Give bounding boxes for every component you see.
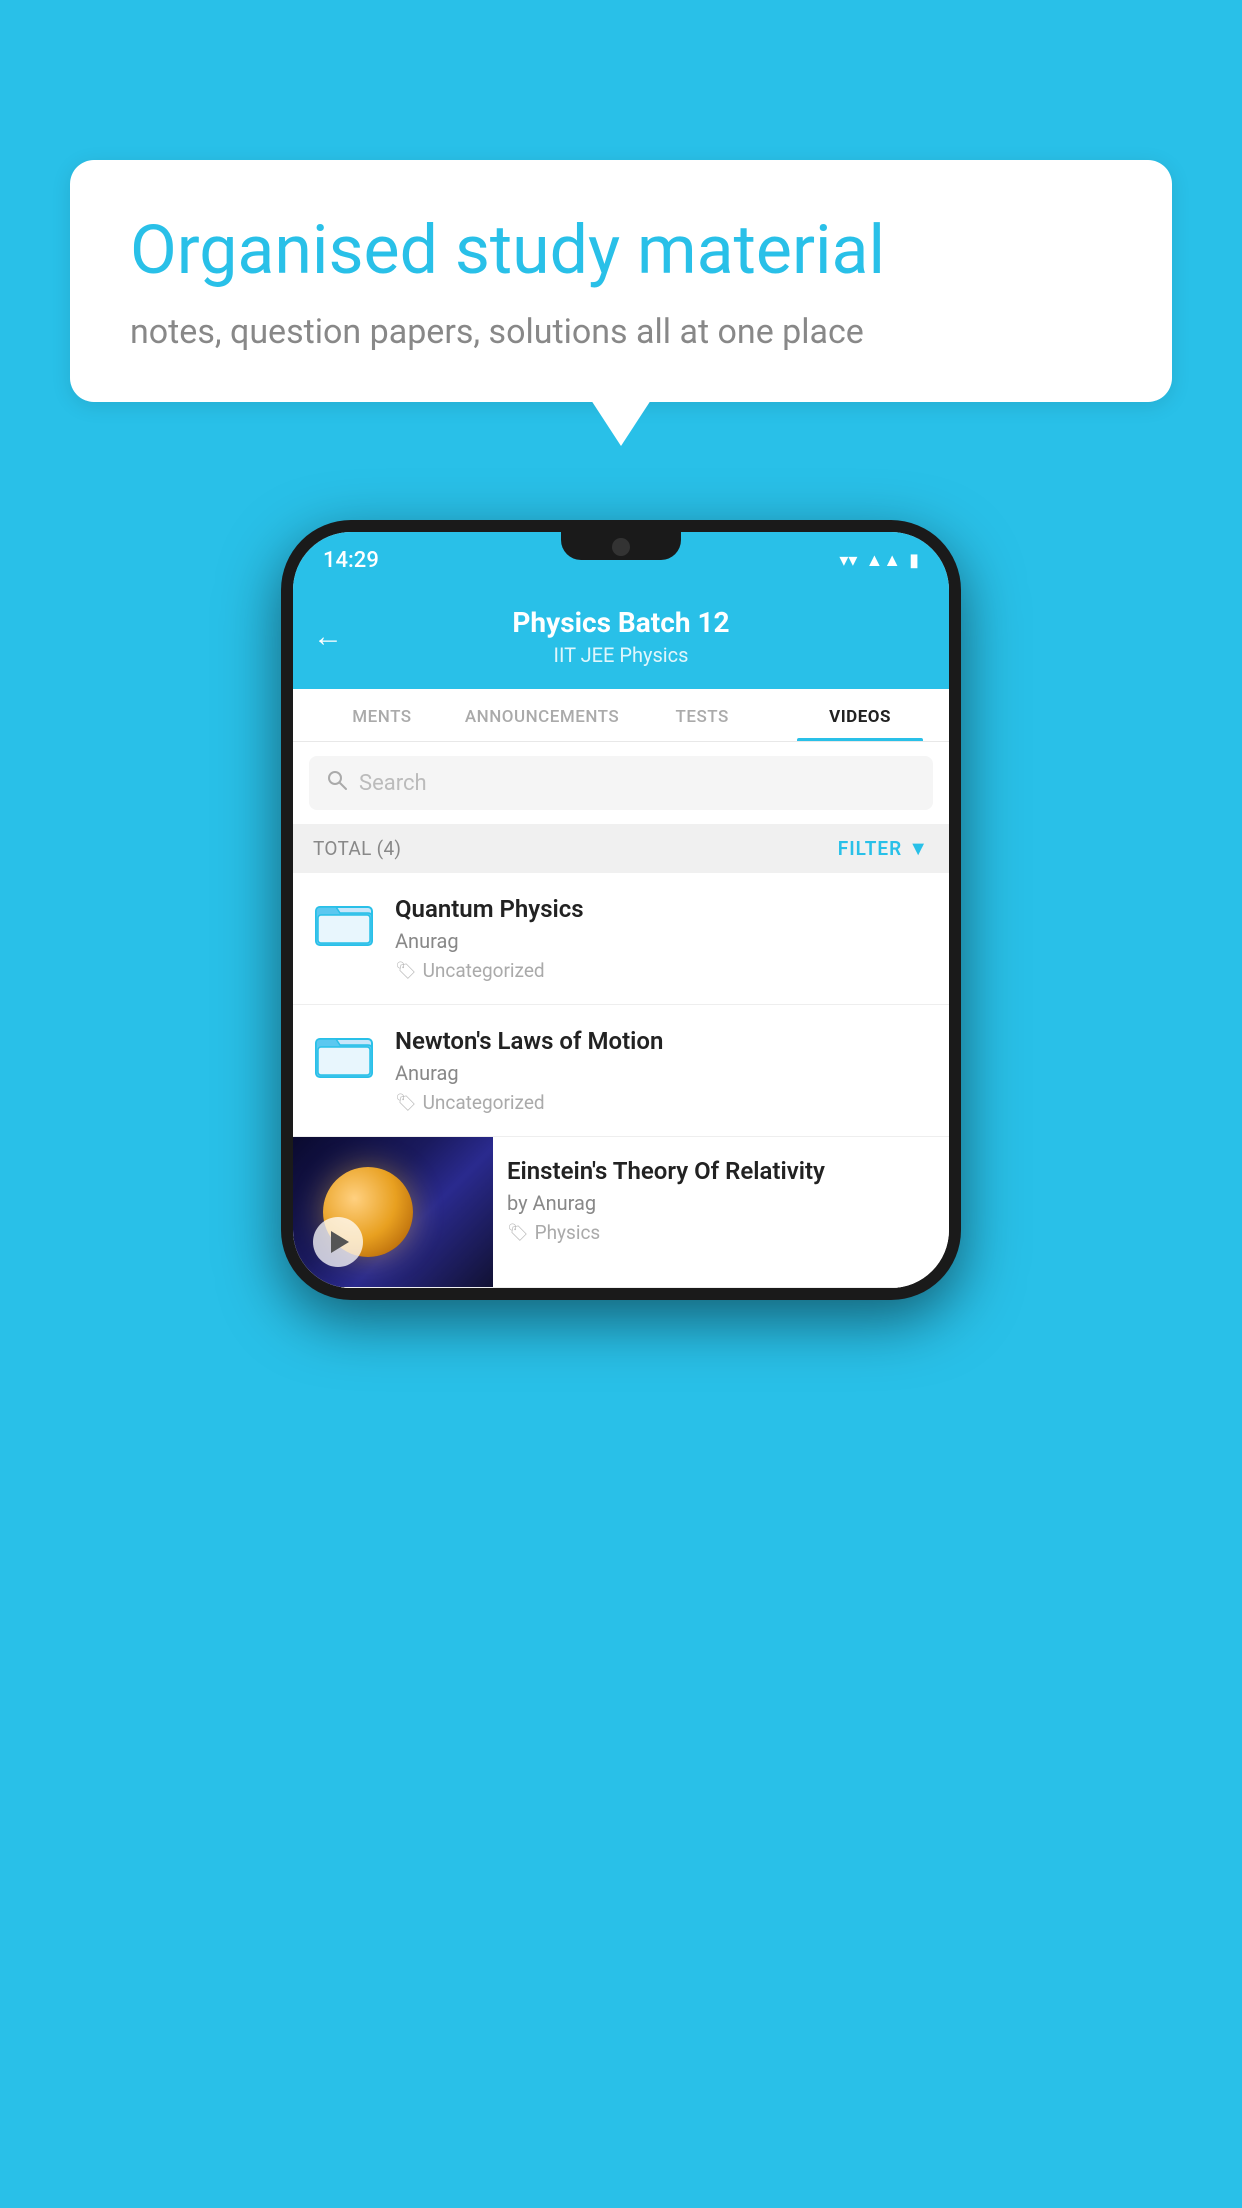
list-item[interactable]: Newton's Laws of Motion Anurag 🏷 Uncateg… (293, 1005, 949, 1137)
signal-icon: ▲▲ (865, 550, 901, 571)
header-title: Physics Batch 12 (512, 606, 729, 639)
video-title: Quantum Physics (395, 895, 933, 923)
tab-videos[interactable]: VIDEOS (781, 689, 939, 741)
video-tag: 🏷 Uncategorized (395, 959, 933, 982)
header-title-group: Physics Batch 12 IIT JEE Physics (512, 606, 729, 667)
video-info: Newton's Laws of Motion Anurag 🏷 Uncateg… (395, 1027, 933, 1114)
wifi-icon: ▾▾ (839, 550, 857, 571)
search-bar[interactable]: Search (309, 756, 933, 810)
tab-tests[interactable]: TESTS (623, 689, 781, 741)
phone-wrapper: 14:29 ▾▾ ▲▲ ▮ ← Physics Batch 12 IIT JEE… (281, 520, 961, 1300)
filter-bar: TOTAL (4) FILTER ▼ (293, 824, 949, 873)
speech-bubble-subtitle: notes, question papers, solutions all at… (130, 312, 1112, 352)
tag-icon: 🏷 (507, 1223, 529, 1243)
list-item[interactable]: Einstein's Theory Of Relativity by Anura… (293, 1137, 949, 1288)
video-tag: 🏷 Physics (507, 1221, 935, 1244)
filter-button[interactable]: FILTER ▼ (838, 836, 929, 861)
phone-screen: 14:29 ▾▾ ▲▲ ▮ ← Physics Batch 12 IIT JEE… (293, 532, 949, 1288)
tag-icon: 🏷 (395, 961, 417, 981)
video-folder-icon (309, 1027, 379, 1082)
battery-icon: ▮ (909, 550, 919, 571)
video-title: Newton's Laws of Motion (395, 1027, 933, 1055)
search-container: Search (293, 742, 949, 824)
video-title: Einstein's Theory Of Relativity (507, 1157, 935, 1185)
video-author: Anurag (395, 929, 933, 953)
video-author: by Anurag (507, 1191, 935, 1215)
status-time: 14:29 (323, 548, 379, 573)
filter-icon: ▼ (908, 836, 929, 861)
speech-bubble: Organised study material notes, question… (70, 160, 1172, 402)
status-icons: ▾▾ ▲▲ ▮ (839, 550, 919, 571)
back-button[interactable]: ← (313, 619, 343, 654)
search-icon (325, 768, 349, 798)
tabs-bar: MENTS ANNOUNCEMENTS TESTS VIDEOS (293, 689, 949, 742)
video-thumbnail (293, 1137, 493, 1287)
phone-outer: 14:29 ▾▾ ▲▲ ▮ ← Physics Batch 12 IIT JEE… (281, 520, 961, 1300)
header-subtitle: IIT JEE Physics (512, 643, 729, 667)
phone-camera (612, 538, 630, 556)
search-placeholder: Search (359, 771, 427, 796)
video-tag: 🏷 Uncategorized (395, 1091, 933, 1114)
tag-icon: 🏷 (395, 1093, 417, 1113)
video-list: Quantum Physics Anurag 🏷 Uncategorized (293, 873, 949, 1288)
play-button[interactable] (313, 1217, 363, 1267)
speech-bubble-title: Organised study material (130, 210, 1112, 292)
video-info: Quantum Physics Anurag 🏷 Uncategorized (395, 895, 933, 982)
tab-ments[interactable]: MENTS (303, 689, 461, 741)
filter-label: FILTER (838, 837, 902, 860)
video-author: Anurag (395, 1061, 933, 1085)
tab-announcements[interactable]: ANNOUNCEMENTS (461, 689, 623, 741)
app-header: ← Physics Batch 12 IIT JEE Physics (293, 588, 949, 689)
total-count: TOTAL (4) (313, 837, 401, 860)
list-item[interactable]: Quantum Physics Anurag 🏷 Uncategorized (293, 873, 949, 1005)
video-folder-icon (309, 895, 379, 950)
video-info: Einstein's Theory Of Relativity by Anura… (493, 1137, 949, 1264)
play-icon (331, 1231, 349, 1253)
